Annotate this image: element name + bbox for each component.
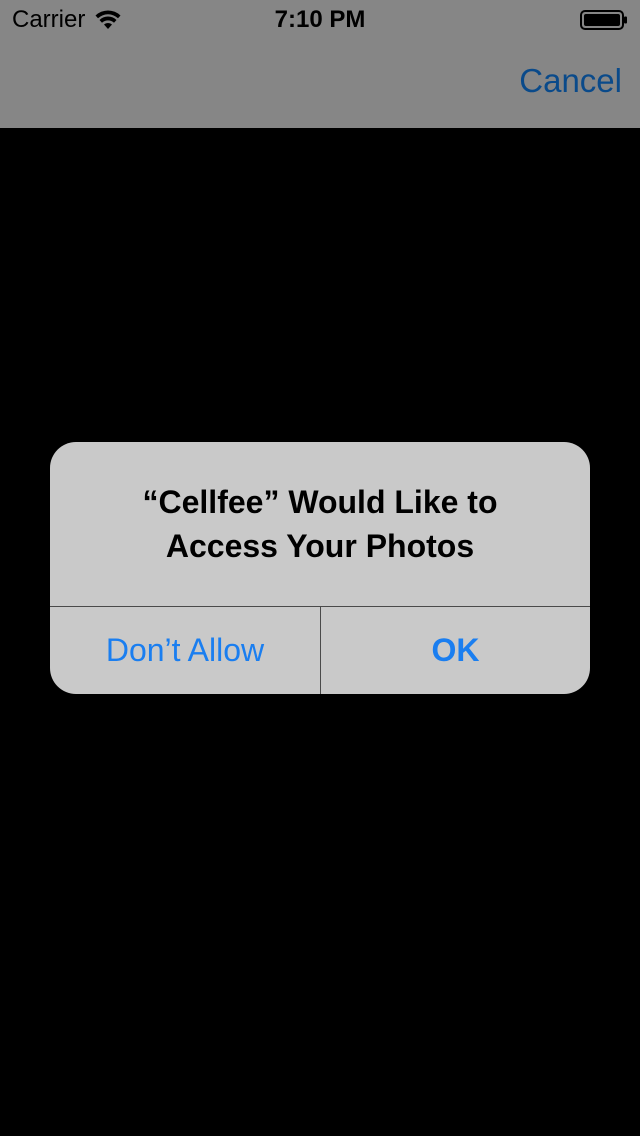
battery-icon bbox=[580, 10, 627, 30]
alert-title: “Cellfee” Would Like to Access Your Phot… bbox=[70, 480, 570, 568]
status-time: 7:10 PM bbox=[274, 6, 366, 33]
screen: Carrier 7:10 PM Cancel “Cellfee” Would L… bbox=[0, 0, 640, 1136]
top-bar: Carrier 7:10 PM Cancel bbox=[0, 0, 640, 128]
alert-title-line-2: Access Your Photos bbox=[165, 528, 475, 564]
ok-button[interactable]: OK bbox=[321, 607, 590, 694]
nav-bar: Cancel bbox=[0, 40, 640, 128]
status-bar: Carrier 7:10 PM bbox=[0, 0, 640, 40]
alert-title-line-1: “Cellfee” Would Like to bbox=[142, 484, 498, 520]
cancel-button[interactable]: Cancel bbox=[519, 62, 622, 100]
permission-alert: “Cellfee” Would Like to Access Your Phot… bbox=[50, 442, 590, 694]
dont-allow-button[interactable]: Don’t Allow bbox=[50, 607, 320, 694]
